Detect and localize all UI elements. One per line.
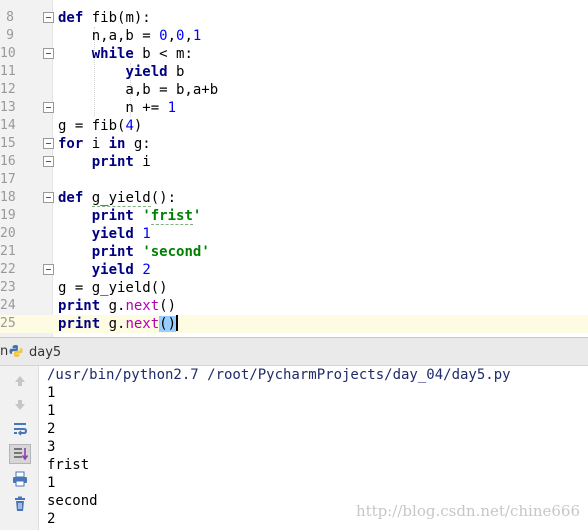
- code-line-current[interactable]: 25 print g.next(): [0, 315, 588, 333]
- code-text: yield 1: [91, 226, 151, 242]
- code-line[interactable]: 15 for i in g:: [0, 135, 588, 153]
- line-number: 25: [0, 316, 16, 331]
- code-line[interactable]: 24 print g.next(): [0, 297, 588, 315]
- console-output-line: 1: [47, 475, 56, 491]
- scroll-to-end-icon: [14, 448, 28, 461]
- line-number: 19: [0, 208, 16, 223]
- line-number: 20: [0, 226, 16, 241]
- line-number: 18: [0, 190, 16, 205]
- code-editor[interactable]: 8 def fib(m): 9 n,a,b = 0,0,1 10 while b…: [0, 0, 588, 337]
- code-line[interactable]: 23 g = g_yield(): [0, 279, 588, 297]
- console-toolbar: [0, 366, 39, 530]
- fold-end-icon[interactable]: [43, 102, 54, 113]
- code-line[interactable]: 17: [0, 171, 588, 189]
- code-text: while b < m:: [91, 46, 193, 62]
- code-text: yield b: [125, 64, 185, 80]
- code-line[interactable]: 21 print 'second': [0, 243, 588, 261]
- line-number: 23: [0, 280, 16, 295]
- code-text: print g.next(): [58, 315, 179, 332]
- code-line[interactable]: 20 yield 1: [0, 225, 588, 243]
- down-arrow-icon: [15, 400, 25, 410]
- print-button[interactable]: [9, 469, 31, 489]
- code-line[interactable]: 11 yield b: [0, 63, 588, 81]
- clear-all-button[interactable]: [9, 494, 31, 514]
- console-output-line: 2: [47, 421, 56, 437]
- console-output-line: 1: [47, 385, 56, 401]
- code-line[interactable]: 18 def g_yield():: [0, 189, 588, 207]
- line-number: 24: [0, 298, 16, 313]
- code-line[interactable]: 8 def fib(m):: [0, 9, 588, 27]
- line-number: 8: [6, 10, 14, 25]
- run-tab-prefix: n: [0, 344, 9, 359]
- code-line[interactable]: 19 print 'frist': [0, 207, 588, 225]
- console-command-line: /usr/bin/python2.7 /root/PycharmProjects…: [47, 367, 511, 383]
- up-arrow-icon: [15, 376, 25, 386]
- code-text: print i: [91, 154, 151, 170]
- line-number: 21: [0, 244, 16, 259]
- code-text: print 'frist': [91, 208, 202, 225]
- print-icon: [13, 471, 27, 487]
- scroll-to-end-button[interactable]: [9, 444, 31, 464]
- up-arrow-button[interactable]: [9, 371, 31, 391]
- line-number: 9: [6, 28, 14, 43]
- line-number: 17: [0, 172, 16, 187]
- code-line[interactable]: 12 a,b = b,a+b: [0, 81, 588, 99]
- fold-minus-icon[interactable]: [43, 12, 54, 23]
- line-number: 15: [0, 136, 16, 151]
- code-line[interactable]: 16 print i: [0, 153, 588, 171]
- code-text: g = g_yield(): [58, 280, 168, 296]
- soft-wrap-icon: [14, 423, 28, 436]
- code-text: for i in g:: [58, 136, 151, 152]
- run-tab-bar: n day5: [0, 337, 588, 366]
- fold-minus-icon[interactable]: [43, 48, 54, 59]
- code-line[interactable]: 9 n,a,b = 0,0,1: [0, 27, 588, 45]
- console-output-line: 3: [47, 439, 56, 455]
- line-number: 16: [0, 154, 16, 169]
- code-line[interactable]: 10 while b < m:: [0, 45, 588, 63]
- line-number: 12: [0, 82, 16, 97]
- line-number: 11: [0, 64, 16, 79]
- line-number: 22: [0, 262, 16, 277]
- fold-minus-icon[interactable]: [43, 138, 54, 149]
- console-output-line: frist: [47, 457, 90, 473]
- code-text: n,a,b = 0,0,1: [58, 28, 202, 44]
- code-text: print g.next(): [58, 298, 177, 314]
- down-arrow-button[interactable]: [9, 395, 31, 415]
- code-text: g = fib(4): [58, 118, 143, 134]
- console-output-line: 1: [47, 403, 56, 419]
- python-icon: [9, 345, 23, 357]
- line-number: 14: [0, 118, 16, 133]
- fold-minus-icon[interactable]: [43, 192, 54, 203]
- code-text: def g_yield():: [58, 190, 177, 207]
- code-text: yield 2: [91, 262, 151, 278]
- text-caret: [176, 315, 179, 331]
- fold-end-icon[interactable]: [43, 264, 54, 275]
- code-text: def fib(m):: [58, 10, 151, 26]
- soft-wrap-button[interactable]: [9, 419, 31, 439]
- run-tab-label[interactable]: day5: [29, 345, 61, 360]
- code-line[interactable]: 22 yield 2: [0, 261, 588, 279]
- code-line[interactable]: 14 g = fib(4): [0, 117, 588, 135]
- code-text: a,b = b,a+b: [58, 82, 219, 98]
- code-text: print 'second': [91, 244, 210, 260]
- watermark: http://blog.csdn.net/chine666: [355, 502, 580, 520]
- code-text: n += 1: [58, 100, 177, 116]
- fold-end-icon[interactable]: [43, 156, 54, 167]
- code-line[interactable]: 13 n += 1: [0, 99, 588, 117]
- line-number: 10: [0, 46, 16, 61]
- line-number: 13: [0, 100, 16, 115]
- trash-icon: [15, 496, 25, 511]
